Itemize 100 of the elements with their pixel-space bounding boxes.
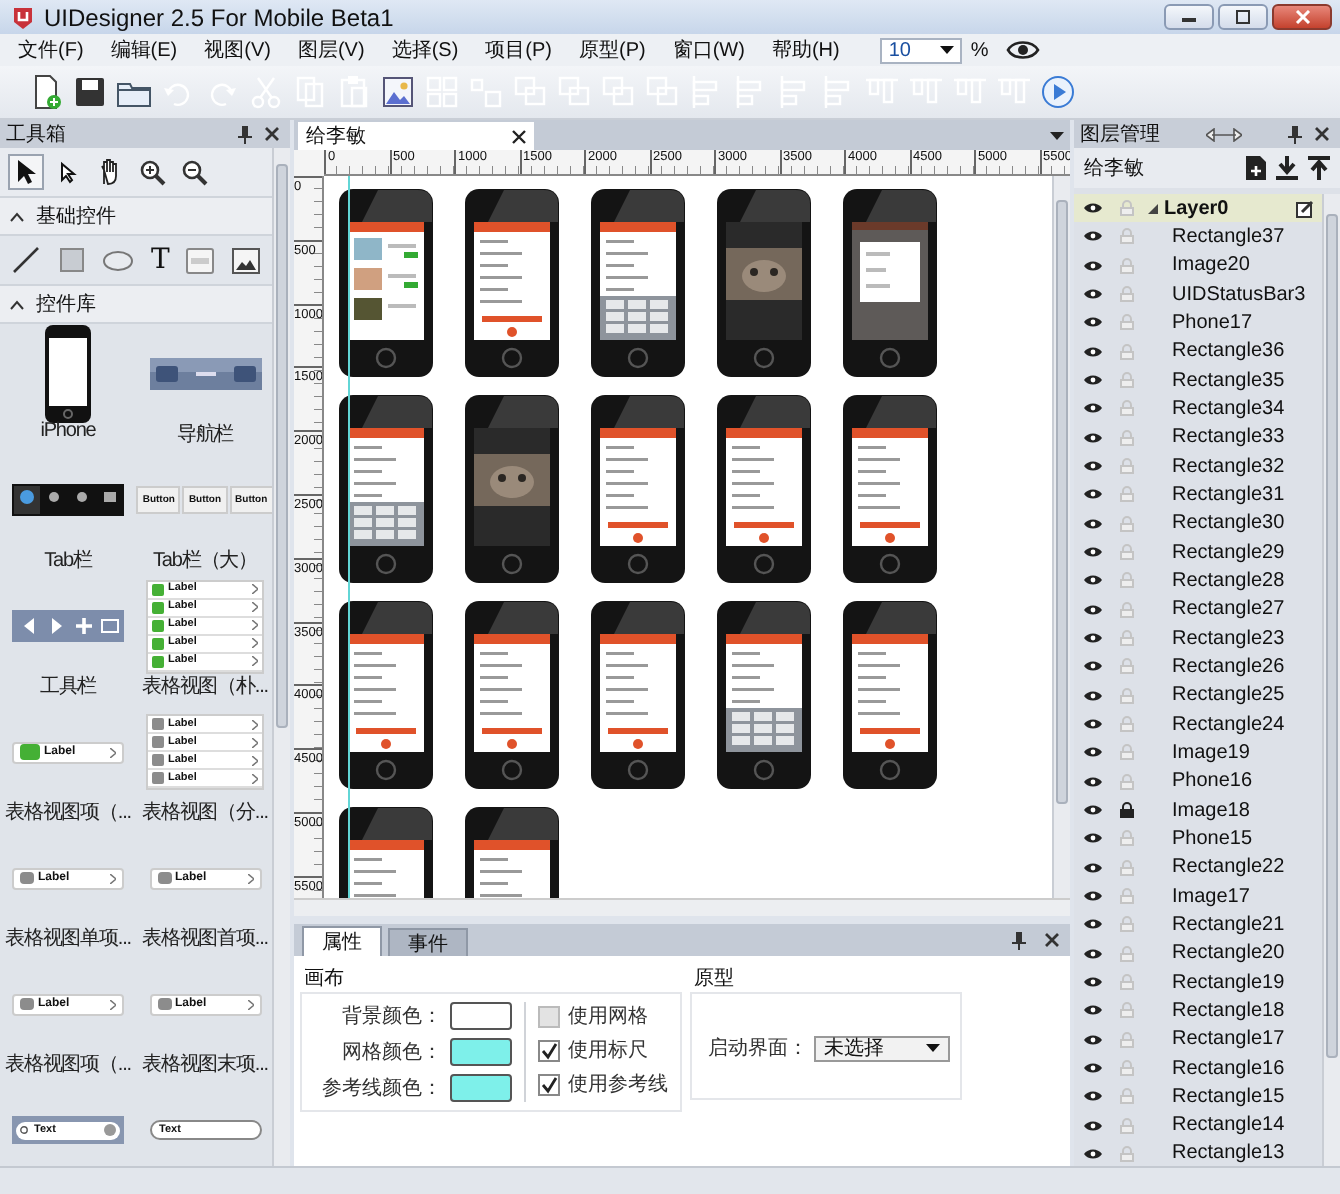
phone-drawing[interactable]	[716, 394, 812, 584]
eye-icon[interactable]	[1084, 804, 1102, 817]
scrollbar[interactable]	[1052, 176, 1070, 898]
ellipse-icon[interactable]	[102, 249, 135, 271]
phone-drawing[interactable]	[842, 394, 938, 584]
checkbox[interactable]	[538, 1005, 560, 1027]
layer-row[interactable]: Rectangle34	[1074, 394, 1322, 424]
menu-item[interactable]: 项目(P)	[479, 36, 558, 64]
eye-icon[interactable]	[1084, 947, 1102, 960]
zoom-field[interactable]: 10	[880, 37, 963, 63]
layer-row[interactable]: Rectangle20	[1074, 939, 1322, 968]
eye-icon[interactable]	[1084, 632, 1102, 645]
pin-icon[interactable]	[238, 125, 252, 143]
close-icon[interactable]	[264, 126, 280, 142]
phone-drawing[interactable]	[716, 188, 812, 378]
layer-row[interactable]: Rectangle33	[1074, 423, 1322, 452]
layer-row[interactable]: Rectangle27	[1074, 595, 1322, 624]
panel-tab[interactable]: 属性	[302, 926, 382, 956]
close-button[interactable]	[1272, 4, 1332, 30]
eye-icon[interactable]	[1084, 402, 1102, 415]
layer-row[interactable]: Rectangle21	[1074, 910, 1322, 940]
section-header[interactable]: 控件库	[0, 284, 272, 324]
layer-row[interactable]: Phone17	[1074, 308, 1322, 338]
eye-icon[interactable]	[1084, 718, 1102, 731]
eye-icon[interactable]	[1084, 603, 1102, 616]
eye-icon[interactable]	[1084, 374, 1102, 387]
layer-row[interactable]: Rectangle26	[1074, 652, 1322, 682]
eye-icon[interactable]	[1084, 202, 1102, 215]
eye-icon[interactable]	[1084, 918, 1102, 931]
layer-row[interactable]: Rectangle30	[1074, 509, 1322, 538]
color-swatch[interactable]	[450, 1074, 512, 1102]
layer-row[interactable]: Image18	[1074, 795, 1322, 825]
color-swatch[interactable]	[450, 1002, 512, 1030]
layer-row[interactable]: Rectangle17	[1074, 1025, 1322, 1054]
layer-row[interactable]: Phone16	[1074, 767, 1322, 796]
close-icon[interactable]	[1314, 126, 1330, 142]
lock-icon[interactable]	[1119, 802, 1133, 819]
navigation-bar-preview[interactable]	[149, 358, 261, 390]
phone-drawing[interactable]	[338, 600, 434, 790]
menu-item[interactable]: 窗口(W)	[666, 36, 751, 64]
maximize-button[interactable]	[1218, 4, 1268, 30]
phone-drawing[interactable]	[590, 188, 686, 378]
eye-icon[interactable]	[1084, 546, 1102, 559]
layer-row[interactable]: Image20	[1074, 251, 1322, 280]
layer-row[interactable]: Rectangle14	[1074, 1111, 1322, 1140]
layer-row[interactable]: Phone15	[1074, 824, 1322, 854]
add-layer-icon[interactable]	[1246, 156, 1266, 180]
phone-drawing[interactable]	[842, 600, 938, 790]
layer-row[interactable]: Rectangle36	[1074, 337, 1322, 366]
phone-drawing[interactable]	[842, 188, 938, 378]
phone-drawing[interactable]	[338, 806, 434, 898]
eye-icon[interactable]	[1084, 1062, 1102, 1074]
image-icon[interactable]	[231, 247, 260, 273]
checkbox[interactable]	[538, 1039, 560, 1061]
layer-row[interactable]: Layer0	[1074, 194, 1322, 223]
scrollbar[interactable]	[294, 898, 1070, 916]
dropdown-icon[interactable]	[1050, 131, 1064, 139]
phone-drawing[interactable]	[338, 394, 434, 584]
layer-row[interactable]: Rectangle37	[1074, 222, 1322, 252]
section-header[interactable]: 基础控件	[0, 196, 272, 236]
eye-icon[interactable]	[1084, 1004, 1102, 1017]
menu-item[interactable]: 编辑(E)	[104, 36, 184, 64]
dropdown[interactable]: 未选择	[814, 1035, 950, 1061]
minimize-button[interactable]	[1164, 4, 1214, 30]
phone-drawing[interactable]	[464, 394, 560, 584]
eye-icon[interactable]	[1084, 1119, 1102, 1132]
eye-icon[interactable]	[1084, 1033, 1102, 1046]
layer-row[interactable]: Rectangle13	[1074, 1139, 1322, 1166]
phone-drawing[interactable]	[464, 188, 560, 378]
phone-drawing[interactable]	[338, 188, 434, 378]
download-icon[interactable]	[1276, 156, 1298, 180]
layer-row[interactable]: Rectangle18	[1074, 996, 1322, 1026]
eye-icon[interactable]	[1084, 832, 1102, 845]
eye-icon[interactable]	[1084, 345, 1102, 358]
eye-icon[interactable]	[1084, 746, 1102, 759]
eye-icon[interactable]	[1084, 689, 1102, 702]
layer-row[interactable]: Rectangle24	[1074, 709, 1322, 739]
color-swatch[interactable]	[450, 1038, 512, 1066]
menu-item[interactable]: 选择(S)	[385, 36, 465, 64]
eye-icon[interactable]	[1084, 775, 1102, 788]
layer-row[interactable]: Rectangle23	[1074, 623, 1322, 653]
eye-icon[interactable]	[1084, 861, 1102, 874]
eye-icon[interactable]	[1084, 660, 1102, 673]
checkbox[interactable]	[538, 1073, 560, 1095]
menu-item[interactable]: 文件(F)	[12, 36, 90, 64]
eye-icon[interactable]	[1084, 1090, 1102, 1103]
layer-row[interactable]: Rectangle32	[1074, 451, 1322, 481]
layer-row[interactable]: UIDStatusBar3	[1074, 279, 1322, 309]
eye-icon[interactable]	[1006, 40, 1041, 60]
play-icon[interactable]	[1038, 70, 1076, 114]
eye-icon[interactable]	[1084, 288, 1102, 301]
scrollbar[interactable]	[272, 148, 290, 1166]
eye-icon[interactable]	[1084, 316, 1102, 329]
menu-item[interactable]: 视图(V)	[198, 36, 277, 64]
upload-icon[interactable]	[1308, 156, 1330, 180]
menu-item[interactable]: 图层(V)	[291, 36, 371, 64]
text-field-icon[interactable]	[186, 247, 215, 273]
scrollbar[interactable]	[1322, 194, 1340, 1166]
close-icon[interactable]	[1044, 932, 1060, 948]
panel-tab[interactable]: 事件	[388, 928, 468, 956]
